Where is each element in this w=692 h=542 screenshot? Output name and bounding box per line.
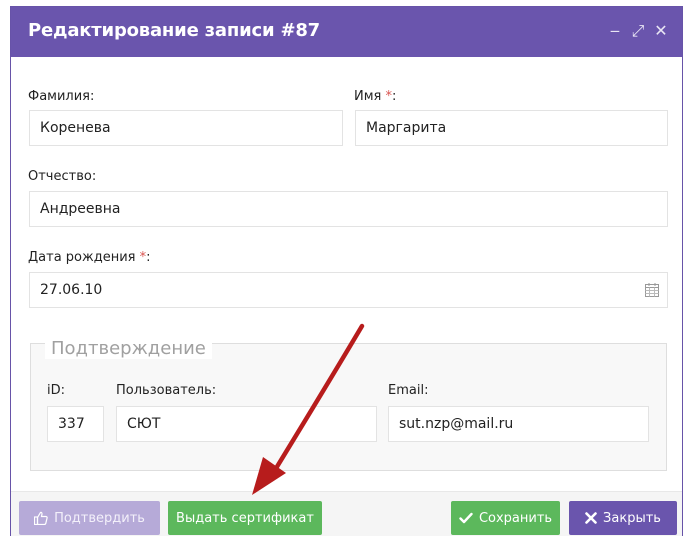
confirm-button[interactable]: Подтвердить (19, 501, 160, 535)
email-label: Email: (388, 383, 429, 398)
birth-date-field[interactable]: 27.06.10 (29, 272, 668, 308)
email-field[interactable]: sut.nzp@mail.ru (388, 406, 649, 442)
id-label: iD: (47, 383, 66, 398)
calendar-icon[interactable] (645, 283, 659, 297)
last-name-label: Фамилия: (28, 89, 95, 104)
thumbs-up-icon (34, 511, 48, 525)
user-label: Пользователь: (116, 383, 217, 398)
issue-certificate-label: Выдать сертификат (176, 510, 314, 526)
check-icon (459, 512, 473, 524)
close-button-label: Закрыть (603, 510, 661, 526)
close-icon[interactable]: ✕ (654, 21, 668, 41)
last-name-field[interactable]: Коренева (29, 110, 343, 146)
patronymic-label: Отчество: (28, 169, 97, 184)
save-button[interactable]: Сохранить (451, 501, 560, 535)
user-field[interactable]: СЮТ (116, 406, 377, 442)
save-button-label: Сохранить (478, 510, 553, 526)
patronymic-field[interactable]: Андреевна (29, 191, 668, 227)
birth-date-value: 27.06.10 (40, 282, 103, 298)
edit-record-dialog: Редактирование записи #87 ‒ ⤢ ✕ Фамилия:… (10, 6, 683, 536)
window-controls: ‒ ⤢ ✕ (608, 21, 668, 41)
dialog-titlebar[interactable]: Редактирование записи #87 ‒ ⤢ ✕ (11, 7, 682, 57)
label-colon: : (392, 89, 397, 104)
first-name-label-text: Имя (354, 89, 382, 104)
maximize-icon[interactable]: ⤢ (631, 21, 645, 41)
dialog-footer: Подтвердить Выдать сертификат Сохранить … (11, 491, 682, 536)
id-field[interactable]: 337 (47, 406, 104, 442)
confirmation-legend: Подтверждение (45, 338, 212, 359)
issue-certificate-button[interactable]: Выдать сертификат (168, 501, 322, 535)
confirm-button-label: Подтвердить (54, 510, 145, 526)
first-name-field[interactable]: Маргарита (355, 110, 668, 146)
label-colon: : (146, 250, 151, 265)
birth-date-label-text: Дата рождения (28, 250, 136, 265)
birth-date-label: Дата рождения *: (28, 250, 151, 265)
dialog-title: Редактирование записи #87 (28, 20, 320, 41)
close-icon (585, 512, 597, 524)
minimize-icon[interactable]: ‒ (608, 21, 622, 41)
first-name-label: Имя *: (354, 89, 396, 104)
close-button[interactable]: Закрыть (569, 501, 677, 535)
